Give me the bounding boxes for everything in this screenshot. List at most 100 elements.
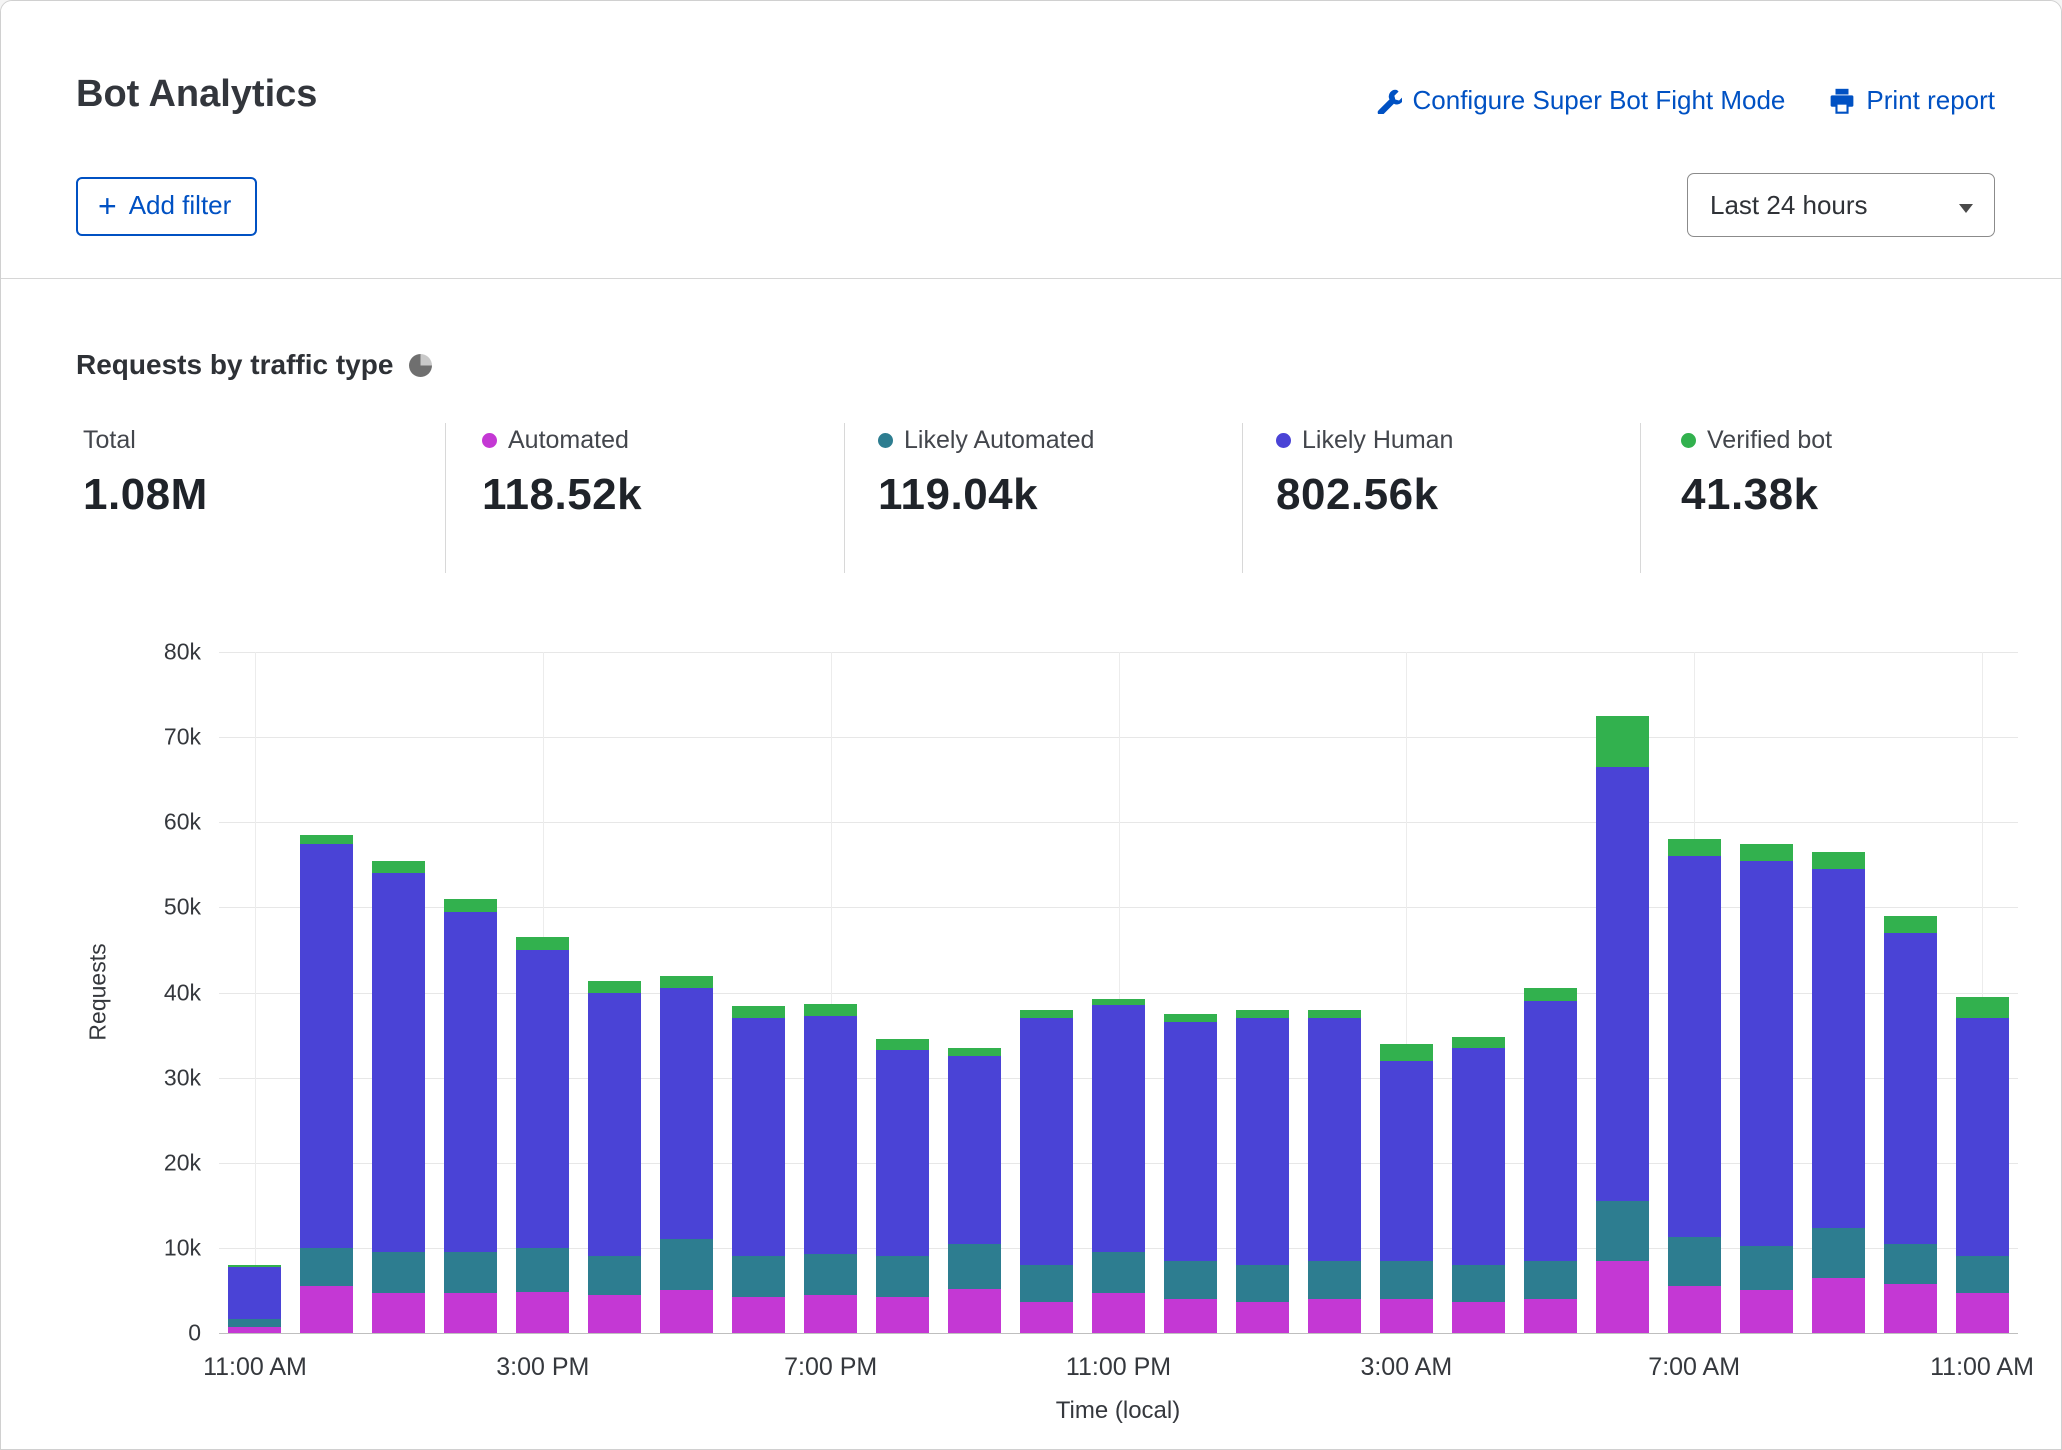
bar-segment-likely-human: [1740, 861, 1793, 1247]
bar-segment-automated: [1740, 1290, 1793, 1333]
stacked-bar[interactable]: [1740, 652, 1793, 1333]
bar-segment-likely-automated: [1596, 1201, 1649, 1261]
stacked-bar[interactable]: [1812, 652, 1865, 1333]
bar-segment-automated: [732, 1297, 785, 1333]
bar-segment-automated: [1668, 1286, 1721, 1333]
bar-segment-likely-human: [1596, 767, 1649, 1201]
bar-segment-likely-human: [1164, 1022, 1217, 1260]
stacked-bar[interactable]: [372, 652, 425, 1333]
bar-segment-likely-human: [1452, 1048, 1505, 1265]
bar-segment-verified-bot: [1740, 844, 1793, 861]
stacked-bar[interactable]: [1668, 652, 1721, 1333]
stacked-bar[interactable]: [1092, 652, 1145, 1333]
bar-segment-likely-automated: [516, 1248, 569, 1292]
stacked-bar[interactable]: [1380, 652, 1433, 1333]
bar-segment-automated: [588, 1295, 641, 1333]
bar-segment-verified-bot: [660, 976, 713, 989]
bar-segment-likely-automated: [1020, 1265, 1073, 1302]
bar-segment-likely-human: [228, 1267, 281, 1319]
y-tick-label: 60k: [101, 809, 201, 836]
bar-segment-likely-human: [1524, 1001, 1577, 1261]
bar-segment-verified-bot: [516, 937, 569, 950]
bar-segment-verified-bot: [1236, 1010, 1289, 1018]
bar-segment-automated: [1308, 1299, 1361, 1333]
stacked-bar[interactable]: [1308, 652, 1361, 1333]
bar-segment-likely-automated: [1380, 1261, 1433, 1299]
stacked-bar[interactable]: [1236, 652, 1289, 1333]
bar-segment-likely-automated: [300, 1248, 353, 1286]
plot-area: [219, 652, 2018, 1333]
stacked-bar[interactable]: [588, 652, 641, 1333]
bar-segment-likely-automated: [1452, 1265, 1505, 1302]
x-tick-label: 7:00 PM: [784, 1353, 877, 1382]
stacked-bar[interactable]: [1884, 652, 1937, 1333]
bar-segment-likely-human: [1092, 1005, 1145, 1252]
bar-segment-automated: [876, 1297, 929, 1333]
stacked-bar[interactable]: [876, 652, 929, 1333]
stacked-bar[interactable]: [1524, 652, 1577, 1333]
bar-segment-verified-bot: [588, 981, 641, 992]
bar-segment-likely-human: [1956, 1018, 2009, 1256]
stacked-bar[interactable]: [228, 652, 281, 1333]
bar-segment-likely-automated: [1812, 1228, 1865, 1277]
bar-segment-verified-bot: [1596, 716, 1649, 767]
y-tick-label: 30k: [101, 1064, 201, 1091]
bar-segment-likely-human: [804, 1016, 857, 1254]
bar-segment-automated: [1164, 1299, 1217, 1333]
bar-segment-likely-automated: [732, 1256, 785, 1297]
bar-segment-likely-automated: [876, 1256, 929, 1297]
stacked-bar[interactable]: [732, 652, 785, 1333]
stacked-bar[interactable]: [444, 652, 497, 1333]
bar-segment-likely-human: [1020, 1018, 1073, 1265]
bar-segment-automated: [1452, 1302, 1505, 1333]
bar-segment-verified-bot: [1524, 988, 1577, 1001]
bar-segment-likely-automated: [1956, 1256, 2009, 1293]
bar-segment-likely-human: [948, 1056, 1001, 1243]
stacked-bar[interactable]: [1020, 652, 1073, 1333]
bar-segment-automated: [228, 1327, 281, 1333]
bar-segment-automated: [1020, 1302, 1073, 1333]
bar-segment-likely-automated: [1884, 1244, 1937, 1285]
bar-segment-automated: [1236, 1302, 1289, 1333]
stacked-bar[interactable]: [660, 652, 713, 1333]
bar-segment-likely-human: [1668, 856, 1721, 1237]
bar-segment-automated: [444, 1293, 497, 1333]
y-gridline: [219, 1333, 2018, 1334]
x-tick-label: 11:00 AM: [1930, 1353, 2034, 1382]
bar-segment-verified-bot: [1380, 1044, 1433, 1061]
stacked-bar[interactable]: [1956, 652, 2009, 1333]
bar-segment-automated: [948, 1289, 1001, 1333]
bar-segment-likely-automated: [444, 1252, 497, 1293]
y-tick-label: 80k: [101, 639, 201, 666]
stacked-bar[interactable]: [804, 652, 857, 1333]
bar-segment-likely-human: [444, 912, 497, 1253]
y-tick-label: 10k: [101, 1234, 201, 1261]
bar-segment-likely-human: [1884, 933, 1937, 1244]
stacked-bar[interactable]: [300, 652, 353, 1333]
bar-segment-likely-automated: [804, 1254, 857, 1295]
stacked-bar[interactable]: [1596, 652, 1649, 1333]
bar-segment-verified-bot: [876, 1039, 929, 1049]
bar-segment-likely-human: [1380, 1061, 1433, 1261]
bar-segment-verified-bot: [804, 1004, 857, 1015]
bar-segment-automated: [804, 1295, 857, 1333]
stacked-bar[interactable]: [1164, 652, 1217, 1333]
stacked-bar[interactable]: [948, 652, 1001, 1333]
bar-segment-likely-human: [1308, 1018, 1361, 1261]
bar-segment-likely-human: [732, 1018, 785, 1256]
stacked-bar[interactable]: [1452, 652, 1505, 1333]
bar-segment-automated: [516, 1292, 569, 1333]
bot-analytics-page: Bot Analytics Configure Super Bot Fight …: [0, 0, 2062, 1450]
bar-segment-likely-automated: [660, 1239, 713, 1290]
y-tick-label: 20k: [101, 1149, 201, 1176]
bar-segment-verified-bot: [948, 1048, 1001, 1057]
x-tick-label: 7:00 AM: [1648, 1353, 1740, 1382]
bar-segment-likely-automated: [1092, 1252, 1145, 1293]
bar-segment-automated: [1524, 1299, 1577, 1333]
bar-segment-likely-automated: [1668, 1237, 1721, 1286]
bar-segment-verified-bot: [1668, 839, 1721, 856]
bar-segment-likely-human: [588, 993, 641, 1257]
bar-segment-verified-bot: [1956, 997, 2009, 1018]
bar-segment-likely-human: [516, 950, 569, 1248]
stacked-bar[interactable]: [516, 652, 569, 1333]
